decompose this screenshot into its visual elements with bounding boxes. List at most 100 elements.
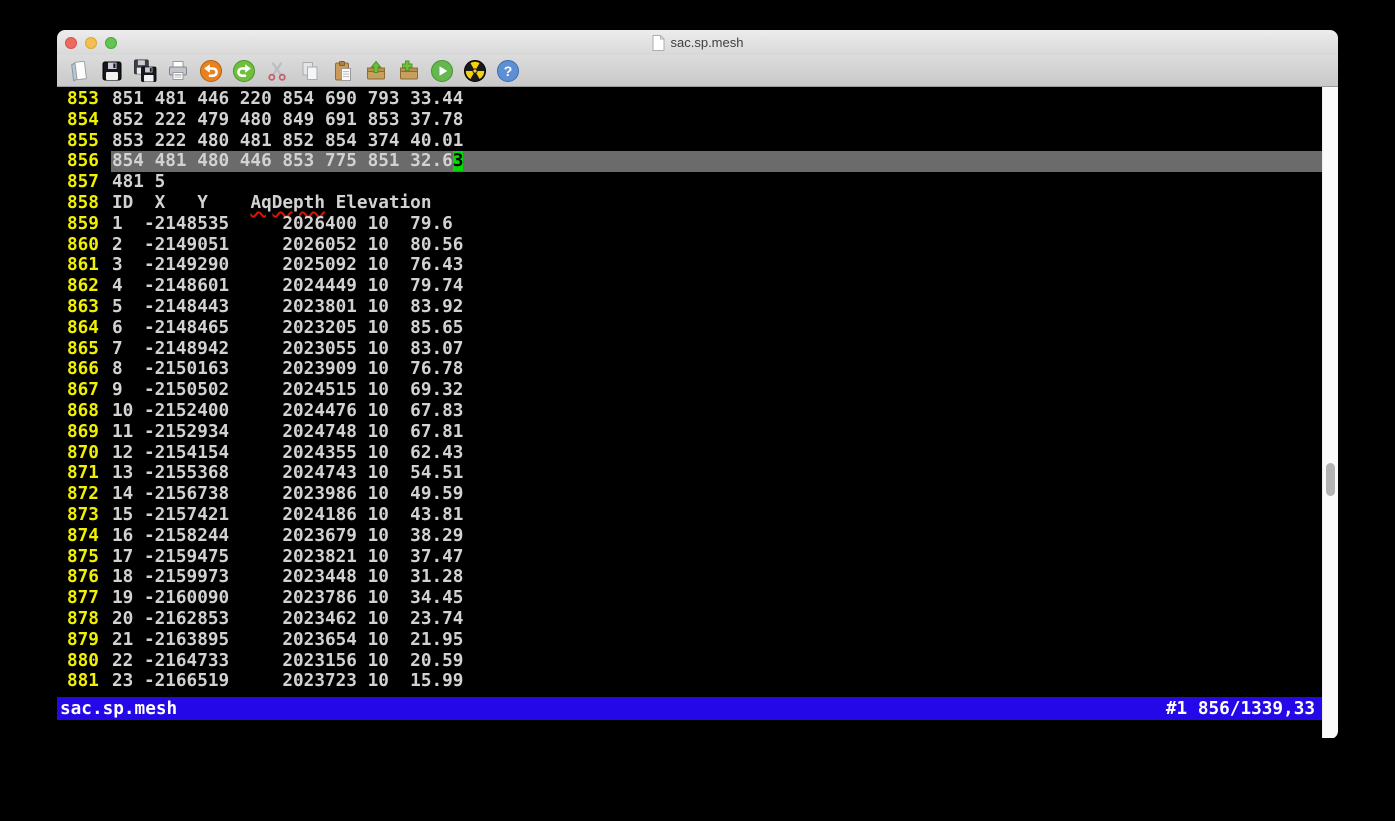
misspelled-word: AqDepth — [250, 193, 325, 213]
line-number: 871 — [57, 463, 100, 484]
line-number: 868 — [57, 401, 100, 422]
editor-line[interactable]: 862 4 -2148601 2024449 10 79.74 — [57, 276, 1322, 297]
editor-line[interactable]: 87618 -2159973 2023448 10 31.28 — [57, 567, 1322, 588]
line-text: ID X Y AqDepth Elevation — [111, 193, 1322, 214]
vertical-scrollbar[interactable] — [1322, 87, 1338, 738]
editor-line[interactable]: 86911 -2152934 2024748 10 67.81 — [57, 422, 1322, 443]
line-text: 19 -2160090 2023786 10 34.45 — [111, 588, 1322, 609]
editor-line[interactable]: 873 15 -2157421 2024186 10 43.81 — [57, 505, 1322, 526]
editor-line[interactable]: 8613 -2149290 2025092 10 76.43 — [57, 255, 1322, 276]
svg-text:?: ? — [503, 63, 512, 79]
text-area[interactable]: 853851 481 446 220 854 690 793 33.448548… — [57, 87, 1322, 738]
line-number: 881 — [57, 671, 100, 692]
line-number: 866 — [57, 359, 100, 380]
window-title-text: sac.sp.mesh — [671, 35, 744, 50]
line-text: 11 -2152934 2024748 10 67.81 — [111, 422, 1322, 443]
minimize-button[interactable] — [85, 37, 97, 49]
line-text: 1 -2148535 2026400 10 79.6 — [111, 214, 1322, 235]
undo-icon[interactable] — [198, 58, 223, 83]
line-number: 853 — [57, 89, 100, 110]
line-number: 865 — [57, 339, 100, 360]
line-text: 6 -2148465 2023205 10 85.65 — [111, 318, 1322, 339]
editor-line[interactable]: 881 23 -2166519 2023723 10 15.99 — [57, 671, 1322, 692]
editor-line[interactable]: 87416 -2158244 2023679 10 38.29 — [57, 526, 1322, 547]
line-text: 10 -2152400 2024476 10 67.83 — [111, 401, 1322, 422]
title-bar[interactable]: sac.sp.mesh — [57, 30, 1338, 55]
save-as-icon[interactable] — [132, 58, 157, 83]
line-number: 870 — [57, 443, 100, 464]
window-title: sac.sp.mesh — [652, 35, 744, 51]
line-number: 863 — [57, 297, 100, 318]
save-icon[interactable] — [99, 58, 124, 83]
line-number: 861 — [57, 255, 100, 276]
filler — [57, 720, 1322, 738]
traffic-lights — [65, 30, 117, 55]
new-document-icon[interactable] — [66, 58, 91, 83]
editor-line[interactable]: 858 ID X Y AqDepth Elevation — [57, 193, 1322, 214]
cut-icon[interactable] — [264, 58, 289, 83]
archive-extract-icon[interactable] — [363, 58, 388, 83]
line-text: 12 -2154154 2024355 10 62.43 — [111, 443, 1322, 464]
line-number: 862 — [57, 276, 100, 297]
line-text: 9 -2150502 2024515 10 69.32 — [111, 380, 1322, 401]
editor-line[interactable]: 8635 -2148443 2023801 10 83.92 — [57, 297, 1322, 318]
editor-line[interactable]: 872 14 -2156738 2023986 10 49.59 — [57, 484, 1322, 505]
line-text: 20 -2162853 2023462 10 23.74 — [111, 609, 1322, 630]
editor-line[interactable]: 878 20 -2162853 2023462 10 23.74 — [57, 609, 1322, 630]
line-text: 18 -2159973 2023448 10 31.28 — [111, 567, 1322, 588]
editor-line[interactable]: 87921 -2163895 2023654 10 21.95 — [57, 630, 1322, 651]
editor-line[interactable]: 857 481 5 — [57, 172, 1322, 193]
editor-line[interactable]: 868 10 -2152400 2024476 10 67.83 — [57, 401, 1322, 422]
line-number: 880 — [57, 651, 100, 672]
toolbar: ? — [57, 55, 1338, 87]
editor-line[interactable]: 8602 -2149051 2026052 10 80.56 — [57, 235, 1322, 256]
editor-line[interactable]: 856854 481 480 446 853 775 851 32.63 — [57, 151, 1322, 172]
line-number: 873 — [57, 505, 100, 526]
line-number: 872 — [57, 484, 100, 505]
editor-line[interactable]: 854852 222 479 480 849 691 853 37.78 — [57, 110, 1322, 131]
paste-icon[interactable] — [330, 58, 355, 83]
line-number: 859 — [57, 214, 100, 235]
line-text: 22 -2164733 2023156 10 20.59 — [111, 651, 1322, 672]
editor-line[interactable]: 8668 -2150163 2023909 10 76.78 — [57, 359, 1322, 380]
editor-content: 853851 481 446 220 854 690 793 33.448548… — [57, 87, 1338, 738]
editor-line[interactable]: 877 19 -2160090 2023786 10 34.45 — [57, 588, 1322, 609]
print-icon[interactable] — [165, 58, 190, 83]
status-bar: sac.sp.mesh #1 856/1339,33 — [57, 697, 1322, 720]
editor-line[interactable]: 8657 -2148942 2023055 10 83.07 — [57, 339, 1322, 360]
editor-window: sac.sp.mesh — [57, 30, 1338, 739]
line-number: 854 — [57, 110, 100, 131]
help-icon[interactable]: ? — [495, 58, 520, 83]
radiation-icon[interactable] — [462, 58, 487, 83]
editor-line[interactable]: 8679 -2150502 2024515 10 69.32 — [57, 380, 1322, 401]
close-button[interactable] — [65, 37, 77, 49]
line-text: 15 -2157421 2024186 10 43.81 — [111, 505, 1322, 526]
line-number: 857 — [57, 172, 100, 193]
line-text: 13 -2155368 2024743 10 54.51 — [111, 463, 1322, 484]
line-number: 877 — [57, 588, 100, 609]
line-number: 858 — [57, 193, 100, 214]
scrollbar-thumb[interactable] — [1326, 463, 1335, 496]
editor-line[interactable]: 87517 -2159475 2023821 10 37.47 — [57, 547, 1322, 568]
editor-line[interactable]: 870 12 -2154154 2024355 10 62.43 — [57, 443, 1322, 464]
line-text: 481 5 — [111, 172, 1322, 193]
line-number: 878 — [57, 609, 100, 630]
document-icon — [652, 35, 665, 51]
copy-icon[interactable] — [297, 58, 322, 83]
line-text: 14 -2156738 2023986 10 49.59 — [111, 484, 1322, 505]
text-lines: 853851 481 446 220 854 690 793 33.448548… — [57, 87, 1322, 692]
line-text: 23 -2166519 2023723 10 15.99 — [111, 671, 1322, 692]
zoom-button[interactable] — [105, 37, 117, 49]
status-filename: sac.sp.mesh — [60, 699, 177, 719]
line-text: 4 -2148601 2024449 10 79.74 — [111, 276, 1322, 297]
redo-icon[interactable] — [231, 58, 256, 83]
editor-line[interactable]: 853851 481 446 220 854 690 793 33.44 — [57, 89, 1322, 110]
editor-line[interactable]: 859 1 -2148535 2026400 10 79.6 — [57, 214, 1322, 235]
archive-add-icon[interactable] — [396, 58, 421, 83]
editor-line[interactable]: 855853 222 480 481 852 854 374 40.01 — [57, 131, 1322, 152]
editor-line[interactable]: 871 13 -2155368 2024743 10 54.51 — [57, 463, 1322, 484]
editor-line[interactable]: 8646 -2148465 2023205 10 85.65 — [57, 318, 1322, 339]
run-icon[interactable] — [429, 58, 454, 83]
editor-line[interactable]: 880 22 -2164733 2023156 10 20.59 — [57, 651, 1322, 672]
line-text: 21 -2163895 2023654 10 21.95 — [111, 630, 1322, 651]
